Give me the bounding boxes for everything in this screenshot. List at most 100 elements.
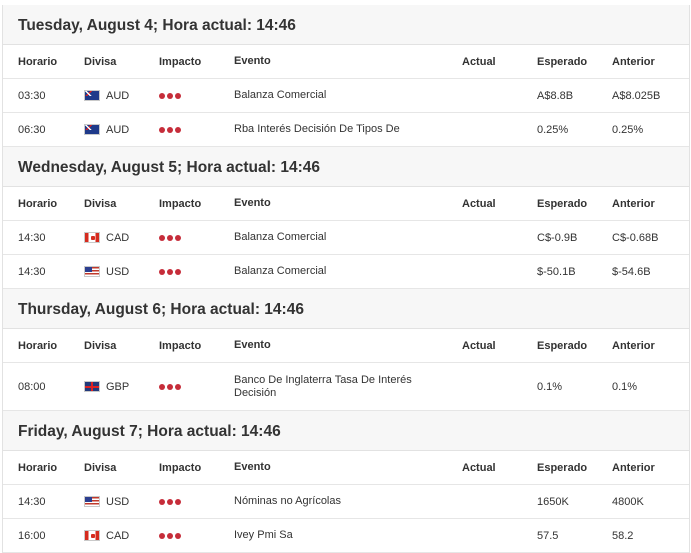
event-row[interactable]: 08:00 GBP Banco De Inglaterra Tasa De Inte… xyxy=(3,363,689,411)
day-title: Tuesday, August 4; Hora actual: 14:46 xyxy=(3,5,689,45)
impact-dot-icon xyxy=(167,498,173,505)
event-previous: A$8.025B xyxy=(612,89,661,102)
event-time: 14:30 xyxy=(18,265,46,278)
table-header-row: Horario Divisa Impacto Evento Actual Esperado… xyxy=(3,451,689,485)
header-currency: Divisa xyxy=(84,55,117,68)
impact-dot-icon xyxy=(167,234,173,241)
usa-flag-icon xyxy=(84,266,100,277)
impact-high-icon xyxy=(159,383,181,390)
impact-dot-icon xyxy=(159,268,165,275)
header-time: Horario xyxy=(18,197,58,210)
impact-dot-icon xyxy=(159,126,165,133)
table-header-row: Horario Divisa Impacto Evento Actual Esperado… xyxy=(3,45,689,79)
impact-dot-icon xyxy=(167,92,173,99)
header-currency: Divisa xyxy=(84,197,117,210)
event-row[interactable]: 14:30 USD Nóminas no Agrícolas 1650K 4800K xyxy=(3,485,689,519)
event-impact xyxy=(159,79,181,112)
event-expected: 0.1% xyxy=(537,380,563,393)
impact-high-icon xyxy=(159,498,181,505)
header-previous: Anterior xyxy=(612,339,655,352)
day-section: Thursday, August 6; Hora actual: 14:46 Ho… xyxy=(3,289,689,411)
currency-code: USD xyxy=(106,265,130,278)
header-impact: Impacto xyxy=(159,197,202,210)
header-previous: Anterior xyxy=(612,461,655,474)
header-currency: Divisa xyxy=(84,461,117,474)
day-section: Friday, August 7; Hora actual: 14:46 Hora… xyxy=(3,411,689,553)
header-previous: Anterior xyxy=(612,197,655,210)
impact-dot-icon xyxy=(175,268,181,275)
event-name[interactable]: Balanza Comercial xyxy=(234,221,434,254)
header-currency: Divisa xyxy=(84,339,117,352)
event-impact xyxy=(159,113,181,146)
event-row[interactable]: 14:30 CAD Balanza Comercial C$-0.9B C$-0.68B xyxy=(3,221,689,255)
event-expected: 57.5 xyxy=(537,529,559,542)
day-section: Tuesday, August 4; Hora actual: 14:46 Hor… xyxy=(3,5,689,147)
economic-calendar: Tuesday, August 4; Hora actual: 14:46 Hor… xyxy=(2,5,690,553)
event-previous: $-54.6B xyxy=(612,265,651,278)
header-expected: Esperado xyxy=(537,461,588,474)
impact-dot-icon xyxy=(159,383,165,390)
australia-flag-icon xyxy=(84,90,100,101)
header-expected: Esperado xyxy=(537,197,588,210)
event-row[interactable]: 16:00 CAD Ivey Pmi Sa 57.5 58.2 xyxy=(3,519,689,553)
impact-dot-icon xyxy=(159,498,165,505)
day-title: Thursday, August 6; Hora actual: 14:46 xyxy=(3,289,689,329)
event-currency: GBP xyxy=(84,363,129,410)
header-actual: Actual xyxy=(462,55,496,68)
event-row[interactable]: 03:30 AUD Balanza Comercial A$8.8B A$8.025B xyxy=(3,79,689,113)
event-currency: USD xyxy=(84,485,129,518)
impact-dot-icon xyxy=(167,268,173,275)
day-section: Wednesday, August 5; Hora actual: 14:46 H… xyxy=(3,147,689,289)
header-expected: Esperado xyxy=(537,55,588,68)
canada-flag-icon xyxy=(84,530,100,541)
event-currency: AUD xyxy=(84,79,129,112)
currency-code: CAD xyxy=(106,231,130,244)
event-time: 14:30 xyxy=(18,231,46,244)
impact-dot-icon xyxy=(159,234,165,241)
event-name[interactable]: Balanza Comercial xyxy=(234,255,434,288)
event-currency: CAD xyxy=(84,221,129,254)
event-name[interactable]: Nóminas no Agrícolas xyxy=(234,485,434,518)
header-actual: Actual xyxy=(462,461,496,474)
impact-dot-icon xyxy=(167,383,173,390)
event-currency: AUD xyxy=(84,113,129,146)
event-expected: A$8.8B xyxy=(537,89,574,102)
event-expected: 0.25% xyxy=(537,123,569,136)
event-impact xyxy=(159,255,181,288)
event-time: 08:00 xyxy=(18,380,46,393)
impact-dot-icon xyxy=(175,126,181,133)
event-time: 14:30 xyxy=(18,495,46,508)
table-header-row: Horario Divisa Impacto Evento Actual Esperado… xyxy=(3,329,689,363)
event-time: 16:00 xyxy=(18,529,46,542)
impact-dot-icon xyxy=(167,126,173,133)
impact-high-icon xyxy=(159,126,181,133)
header-impact: Impacto xyxy=(159,55,202,68)
event-row[interactable]: 06:30 AUD Rba Interés Decisión De Tipos De… xyxy=(3,113,689,147)
currency-code: AUD xyxy=(106,123,130,136)
event-impact xyxy=(159,221,181,254)
day-title: Wednesday, August 5; Hora actual: 14:46 xyxy=(3,147,689,187)
header-event: Evento xyxy=(234,197,271,209)
event-previous: 0.25% xyxy=(612,123,644,136)
event-name[interactable]: Balanza Comercial xyxy=(234,79,434,112)
event-name[interactable]: Rba Interés Decisión De Tipos De xyxy=(234,113,434,146)
event-currency: CAD xyxy=(84,519,129,552)
event-row[interactable]: 14:30 USD Balanza Comercial $-50.1B $-54.6B xyxy=(3,255,689,289)
event-name[interactable]: Ivey Pmi Sa xyxy=(234,519,434,552)
event-impact xyxy=(159,363,181,410)
currency-code: CAD xyxy=(106,529,130,542)
impact-dot-icon xyxy=(175,234,181,241)
impact-dot-icon xyxy=(175,383,181,390)
event-expected: 1650K xyxy=(537,495,569,508)
event-previous: 58.2 xyxy=(612,529,634,542)
usa-flag-icon xyxy=(84,496,100,507)
event-previous: C$-0.68B xyxy=(612,231,659,244)
currency-code: AUD xyxy=(106,89,130,102)
impact-dot-icon xyxy=(175,92,181,99)
event-name[interactable]: Banco De Inglaterra Tasa De Interés Deci… xyxy=(234,363,434,410)
header-previous: Anterior xyxy=(612,55,655,68)
impact-dot-icon xyxy=(159,92,165,99)
event-time: 06:30 xyxy=(18,123,46,136)
day-title: Friday, August 7; Hora actual: 14:46 xyxy=(3,411,689,451)
event-currency: USD xyxy=(84,255,129,288)
